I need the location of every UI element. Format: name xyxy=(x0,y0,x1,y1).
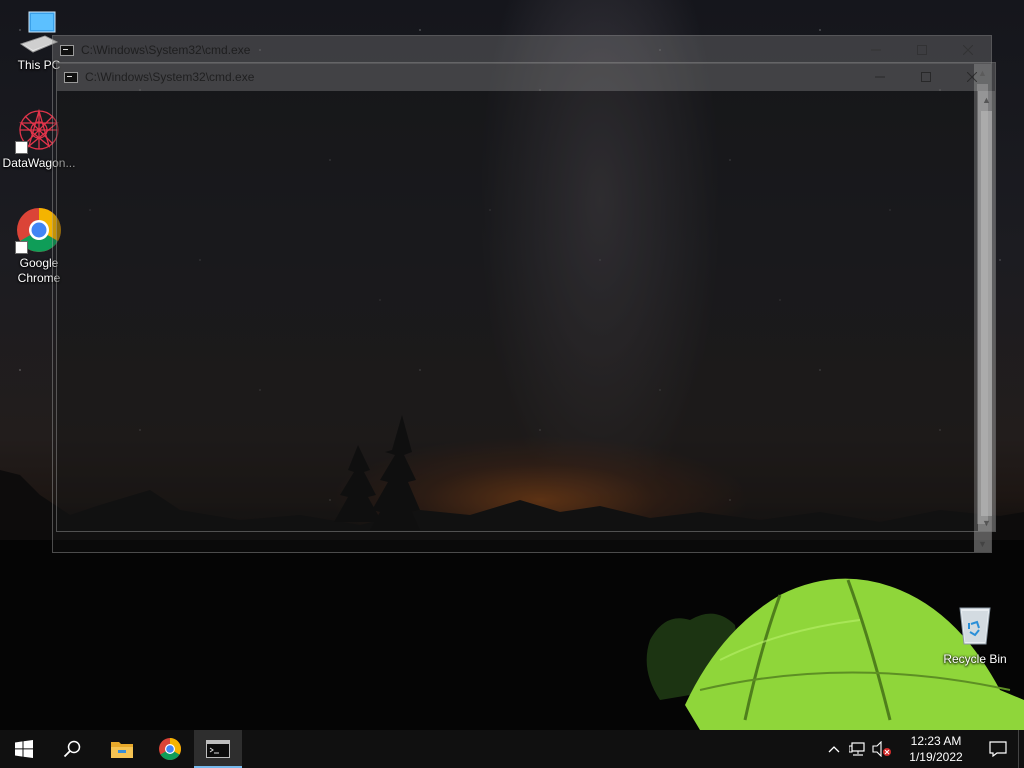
search-icon xyxy=(63,740,81,758)
minimize-icon xyxy=(871,49,881,51)
action-center-icon xyxy=(989,741,1007,757)
maximize-button[interactable] xyxy=(899,36,945,64)
window-title: C:\Windows\System32\cmd.exe xyxy=(85,70,255,84)
scroll-up-icon[interactable]: ▲ xyxy=(978,91,995,108)
window-title: C:\Windows\System32\cmd.exe xyxy=(81,43,251,57)
volume-button[interactable] xyxy=(870,730,894,768)
clock-date: 1/19/2022 xyxy=(909,750,963,764)
show-hidden-icons-button[interactable] xyxy=(822,730,846,768)
file-explorer-icon xyxy=(111,742,133,758)
taskbar-clock[interactable]: 12:23 AM 1/19/2022 xyxy=(900,733,972,765)
minimize-button[interactable] xyxy=(853,36,899,64)
cmd-icon xyxy=(64,71,78,83)
window-titlebar[interactable]: C:\Windows\System32\cmd.exe xyxy=(53,36,991,64)
shortcut-arrow-icon xyxy=(15,241,28,254)
search-button[interactable] xyxy=(48,730,96,768)
shortcut-arrow-icon xyxy=(15,141,28,154)
action-center-button[interactable] xyxy=(978,730,1018,768)
taskbar-chrome[interactable] xyxy=(146,730,194,768)
show-desktop-button[interactable] xyxy=(1018,730,1024,768)
network-icon xyxy=(849,742,865,756)
cmd-icon xyxy=(60,44,74,56)
start-button[interactable] xyxy=(0,730,48,768)
cmd-icon xyxy=(206,740,230,758)
close-icon xyxy=(967,72,977,82)
maximize-icon xyxy=(917,45,927,55)
scroll-down-icon[interactable]: ▼ xyxy=(974,535,991,552)
maximize-icon xyxy=(921,72,931,82)
desktop-icon-recycle-bin[interactable]: Recycle Bin xyxy=(938,602,1012,667)
close-button[interactable] xyxy=(949,63,995,91)
taskbar-file-explorer[interactable] xyxy=(98,730,146,768)
chevron-up-icon xyxy=(828,746,840,753)
vertical-scrollbar[interactable]: ▲ ▼ xyxy=(978,91,995,531)
windows-start-icon xyxy=(15,740,33,758)
minimize-button[interactable] xyxy=(857,63,903,91)
taskbar: 12:23 AM 1/19/2022 xyxy=(0,730,1024,768)
close-icon xyxy=(963,45,973,55)
network-button[interactable] xyxy=(846,730,870,768)
desktop-icon-label: Recycle Bin xyxy=(943,652,1007,666)
taskbar-cmd[interactable] xyxy=(194,730,242,768)
clock-time: 12:23 AM xyxy=(910,734,962,748)
maximize-button[interactable] xyxy=(903,63,949,91)
close-button[interactable] xyxy=(945,36,991,64)
cmd-window-front[interactable]: C:\Windows\System32\cmd.exe ▲ ▼ xyxy=(56,62,996,532)
minimize-icon xyxy=(875,76,885,78)
chrome-icon xyxy=(159,738,181,760)
scroll-down-icon[interactable]: ▼ xyxy=(978,514,995,531)
volume-muted-icon xyxy=(872,741,891,757)
system-tray: 12:23 AM 1/19/2022 xyxy=(822,730,1024,768)
recycle-bin-icon xyxy=(951,602,999,650)
window-titlebar[interactable]: C:\Windows\System32\cmd.exe xyxy=(57,63,995,91)
scrollbar-thumb[interactable] xyxy=(981,111,992,516)
